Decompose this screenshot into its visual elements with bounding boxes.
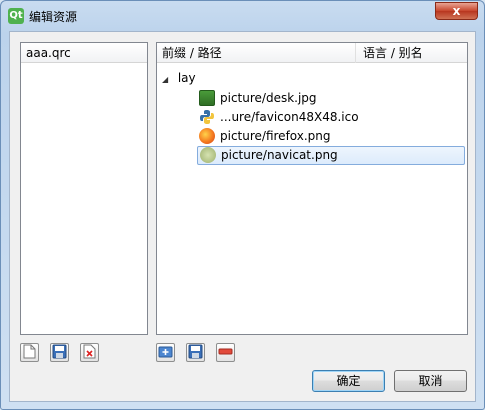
- add-files-button[interactable]: [186, 343, 205, 362]
- column-header-prefix-path[interactable]: 前缀 / 路径: [162, 43, 222, 63]
- new-file-icon: [23, 344, 36, 359]
- add-folder-icon: [158, 346, 173, 358]
- resource-tree[interactable]: 前缀 / 路径 语言 / 别名 ◢ lay picture/desk.jpg .…: [156, 42, 468, 335]
- dialog-body: aaa.qrc 前缀 / 路径 语言 / 别名 ◢ lay picture/de…: [9, 31, 476, 402]
- tree-item-file[interactable]: picture/desk.jpg: [197, 89, 465, 108]
- remove-file-icon: [83, 344, 96, 359]
- open-file-button[interactable]: [50, 343, 69, 362]
- cancel-button[interactable]: 取消: [394, 370, 467, 392]
- firefox-icon: [199, 127, 215, 144]
- qt-app-icon: Qt: [8, 8, 24, 24]
- close-button[interactable]: x: [435, 2, 478, 20]
- column-header-language-alias[interactable]: 语言 / 别名: [363, 43, 423, 63]
- list-item[interactable]: aaa.qrc: [21, 43, 147, 63]
- tree-item-file[interactable]: picture/firefox.png: [197, 127, 465, 146]
- tree-item-prefix[interactable]: ◢ lay: [162, 69, 196, 87]
- ok-button[interactable]: 确定: [312, 370, 385, 392]
- save-icon: [188, 344, 203, 359]
- file-label: picture/firefox.png: [220, 129, 331, 143]
- resource-file-list[interactable]: aaa.qrc: [20, 42, 148, 335]
- column-separator[interactable]: [355, 43, 356, 63]
- navicat-icon: [200, 146, 216, 163]
- tree-item-file[interactable]: ...ure/favicon48X48.ico: [197, 108, 465, 127]
- file-label: picture/navicat.png: [221, 148, 338, 162]
- tree-item-file-selected[interactable]: picture/navicat.png: [197, 146, 465, 165]
- prefix-label: lay: [177, 71, 196, 85]
- expand-arrow-icon[interactable]: ◢: [162, 71, 174, 89]
- file-label: picture/desk.jpg: [220, 91, 317, 105]
- tree-header: 前缀 / 路径 语言 / 别名: [157, 43, 467, 63]
- remove-file-button[interactable]: [80, 343, 99, 362]
- save-icon: [52, 344, 67, 359]
- edit-resources-dialog: Qt 编辑资源 x aaa.qrc 前缀 / 路径 语言 / 别名 ◢ lay …: [0, 0, 485, 410]
- remove-item-button[interactable]: [216, 343, 235, 362]
- titlebar: Qt 编辑资源 x: [1, 1, 484, 31]
- file-label: ...ure/favicon48X48.ico: [220, 110, 359, 124]
- add-prefix-button[interactable]: [156, 343, 175, 362]
- window-title: 编辑资源: [29, 10, 78, 24]
- new-file-button[interactable]: [20, 343, 39, 362]
- jpg-image-icon: [199, 89, 215, 106]
- python-icon: [199, 109, 215, 125]
- resource-file-label: aaa.qrc: [26, 46, 71, 60]
- minus-icon: [218, 348, 233, 355]
